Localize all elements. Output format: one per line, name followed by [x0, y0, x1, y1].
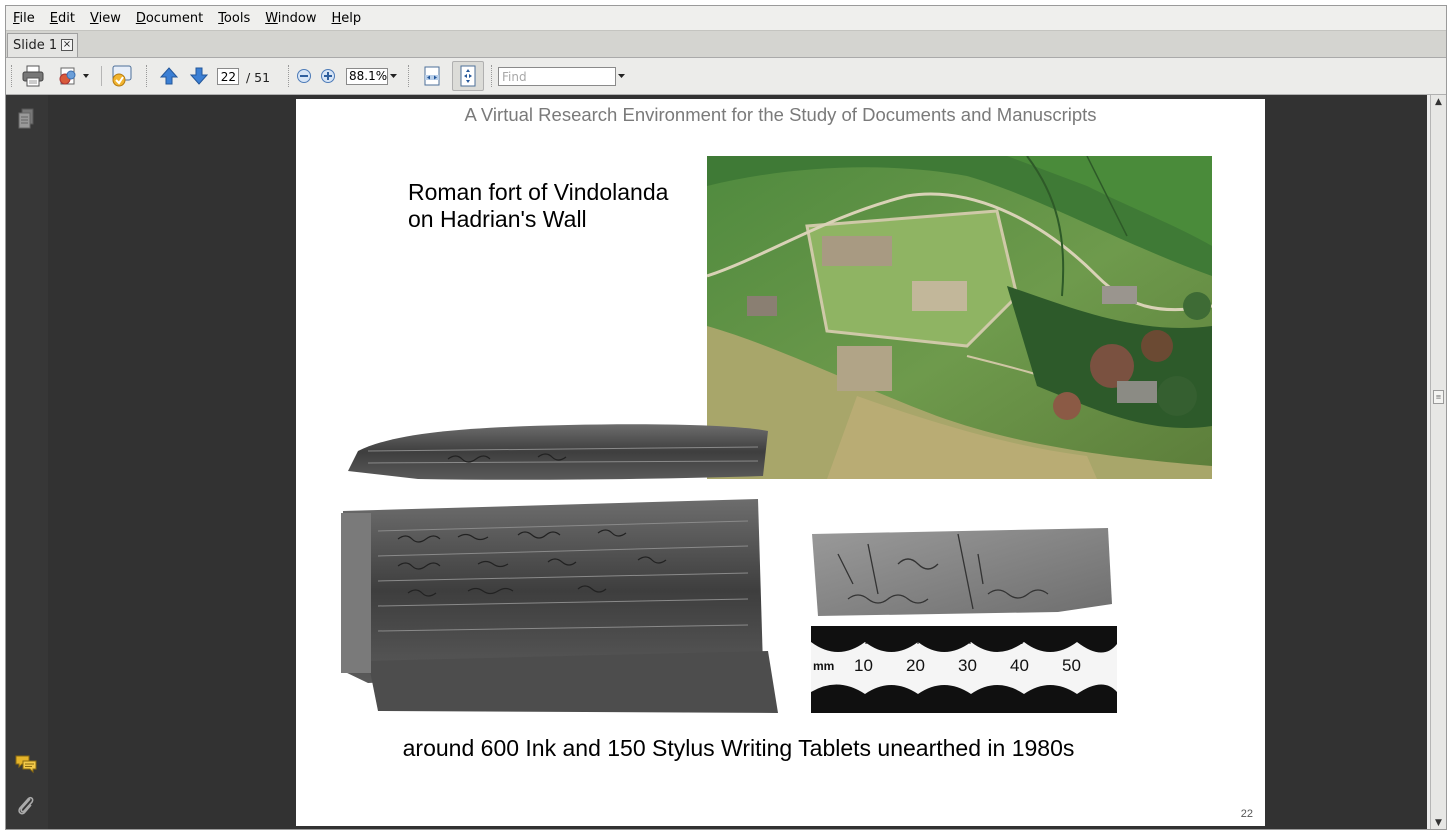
close-icon[interactable]: ×: [61, 39, 73, 51]
previous-page-button[interactable]: [157, 64, 181, 88]
toolbar-grip[interactable]: [288, 65, 291, 87]
scrollbar-thumb[interactable]: ≡: [1433, 390, 1444, 404]
comment-review-button[interactable]: [109, 64, 137, 88]
ruler-unit-label: mm: [813, 659, 835, 673]
fit-width-icon: [424, 66, 440, 86]
arrow-up-icon: [159, 67, 179, 85]
ink-tablets-image: [341, 424, 778, 713]
slide-footer-caption: around 600 Ink and 150 Stylus Writing Ta…: [402, 735, 1075, 761]
fit-page-button[interactable]: [452, 61, 484, 91]
document-share-icon: [59, 67, 89, 85]
menu-tools[interactable]: Tools: [211, 11, 258, 26]
find-input[interactable]: [498, 67, 616, 86]
document-viewer[interactable]: A Virtual Research Environment for the S…: [48, 95, 1427, 829]
fit-width-button[interactable]: [419, 64, 445, 88]
zoom-level-select[interactable]: 88.1%: [346, 68, 388, 85]
menu-window[interactable]: Window: [258, 11, 324, 26]
next-page-button[interactable]: [187, 64, 211, 88]
paperclip-icon: [18, 796, 34, 815]
menu-document[interactable]: Document: [129, 11, 211, 26]
menu-help[interactable]: Help: [325, 11, 370, 26]
menu-view[interactable]: View: [83, 11, 129, 26]
ruler-tick-label: 50: [1062, 656, 1081, 675]
menu-bar: File Edit View Document Tools Window Hel…: [6, 6, 1446, 30]
stylus-tablet-image: [812, 528, 1112, 616]
attachments-panel-button[interactable]: [14, 793, 38, 817]
page-total: / 51: [246, 70, 271, 85]
comments-panel-button[interactable]: [14, 752, 38, 776]
print-button[interactable]: [19, 64, 47, 88]
share-button[interactable]: [56, 64, 92, 88]
vertical-scrollbar[interactable]: ▲ ≡ ▼: [1430, 95, 1446, 829]
toolbar-grip[interactable]: [408, 65, 411, 87]
page-number-input[interactable]: [217, 68, 239, 85]
fit-page-icon: [460, 65, 476, 87]
slide-header: A Virtual Research Environment for the S…: [464, 104, 1097, 125]
slide-number: 22: [1240, 808, 1253, 820]
chevron-down-icon: [390, 73, 397, 78]
tab-bar: Slide 1 ×: [6, 30, 1446, 58]
menu-edit[interactable]: Edit: [43, 11, 83, 26]
navigation-sidebar: [6, 95, 49, 829]
tab-slide-1[interactable]: Slide 1 ×: [7, 33, 78, 57]
zoom-in-button[interactable]: [319, 64, 337, 88]
arrow-down-icon: [189, 67, 209, 85]
scroll-up-button[interactable]: ▲: [1433, 97, 1444, 108]
tab-label: Slide 1: [13, 38, 58, 53]
chevron-down-icon: [618, 73, 625, 78]
ruler-tick-label: 30: [958, 656, 977, 675]
zoom-in-icon: [321, 69, 335, 83]
ruler-tick-label: 10: [854, 656, 873, 675]
zoom-level-value: 88.1%: [349, 69, 388, 83]
ruler-tick-label: 20: [906, 656, 925, 675]
toolbar-grip[interactable]: [491, 65, 494, 87]
zoom-dropdown-button[interactable]: [389, 70, 398, 82]
slide-page: A Virtual Research Environment for the S…: [296, 99, 1265, 826]
scroll-down-button[interactable]: ▼: [1433, 818, 1444, 829]
review-icon: [112, 65, 132, 87]
caption-line: Roman fort of Vindolanda: [408, 179, 669, 205]
pages-panel-button[interactable]: [15, 107, 37, 131]
scale-ruler: mm 10 20 30 40 50: [811, 626, 1117, 713]
caption-line: on Hadrian's Wall: [408, 206, 587, 232]
slide-caption: Roman fort of Vindolanda on Hadrian's Wa…: [408, 179, 668, 233]
toolbar-separator: [101, 66, 102, 86]
toolbar-grip[interactable]: [146, 65, 149, 87]
menu-file[interactable]: File: [6, 11, 43, 26]
find-options-button[interactable]: [617, 70, 626, 82]
printer-icon: [22, 65, 44, 87]
zoom-out-icon: [297, 69, 311, 83]
comments-icon: [15, 755, 37, 774]
toolbar: / 51 88.1%: [6, 58, 1446, 95]
pdf-viewer-window: File Edit View Document Tools Window Hel…: [5, 5, 1447, 830]
ruler-tick-label: 40: [1010, 656, 1029, 675]
pages-icon: [18, 108, 34, 129]
zoom-out-button[interactable]: [295, 64, 313, 88]
toolbar-grip[interactable]: [11, 65, 14, 87]
